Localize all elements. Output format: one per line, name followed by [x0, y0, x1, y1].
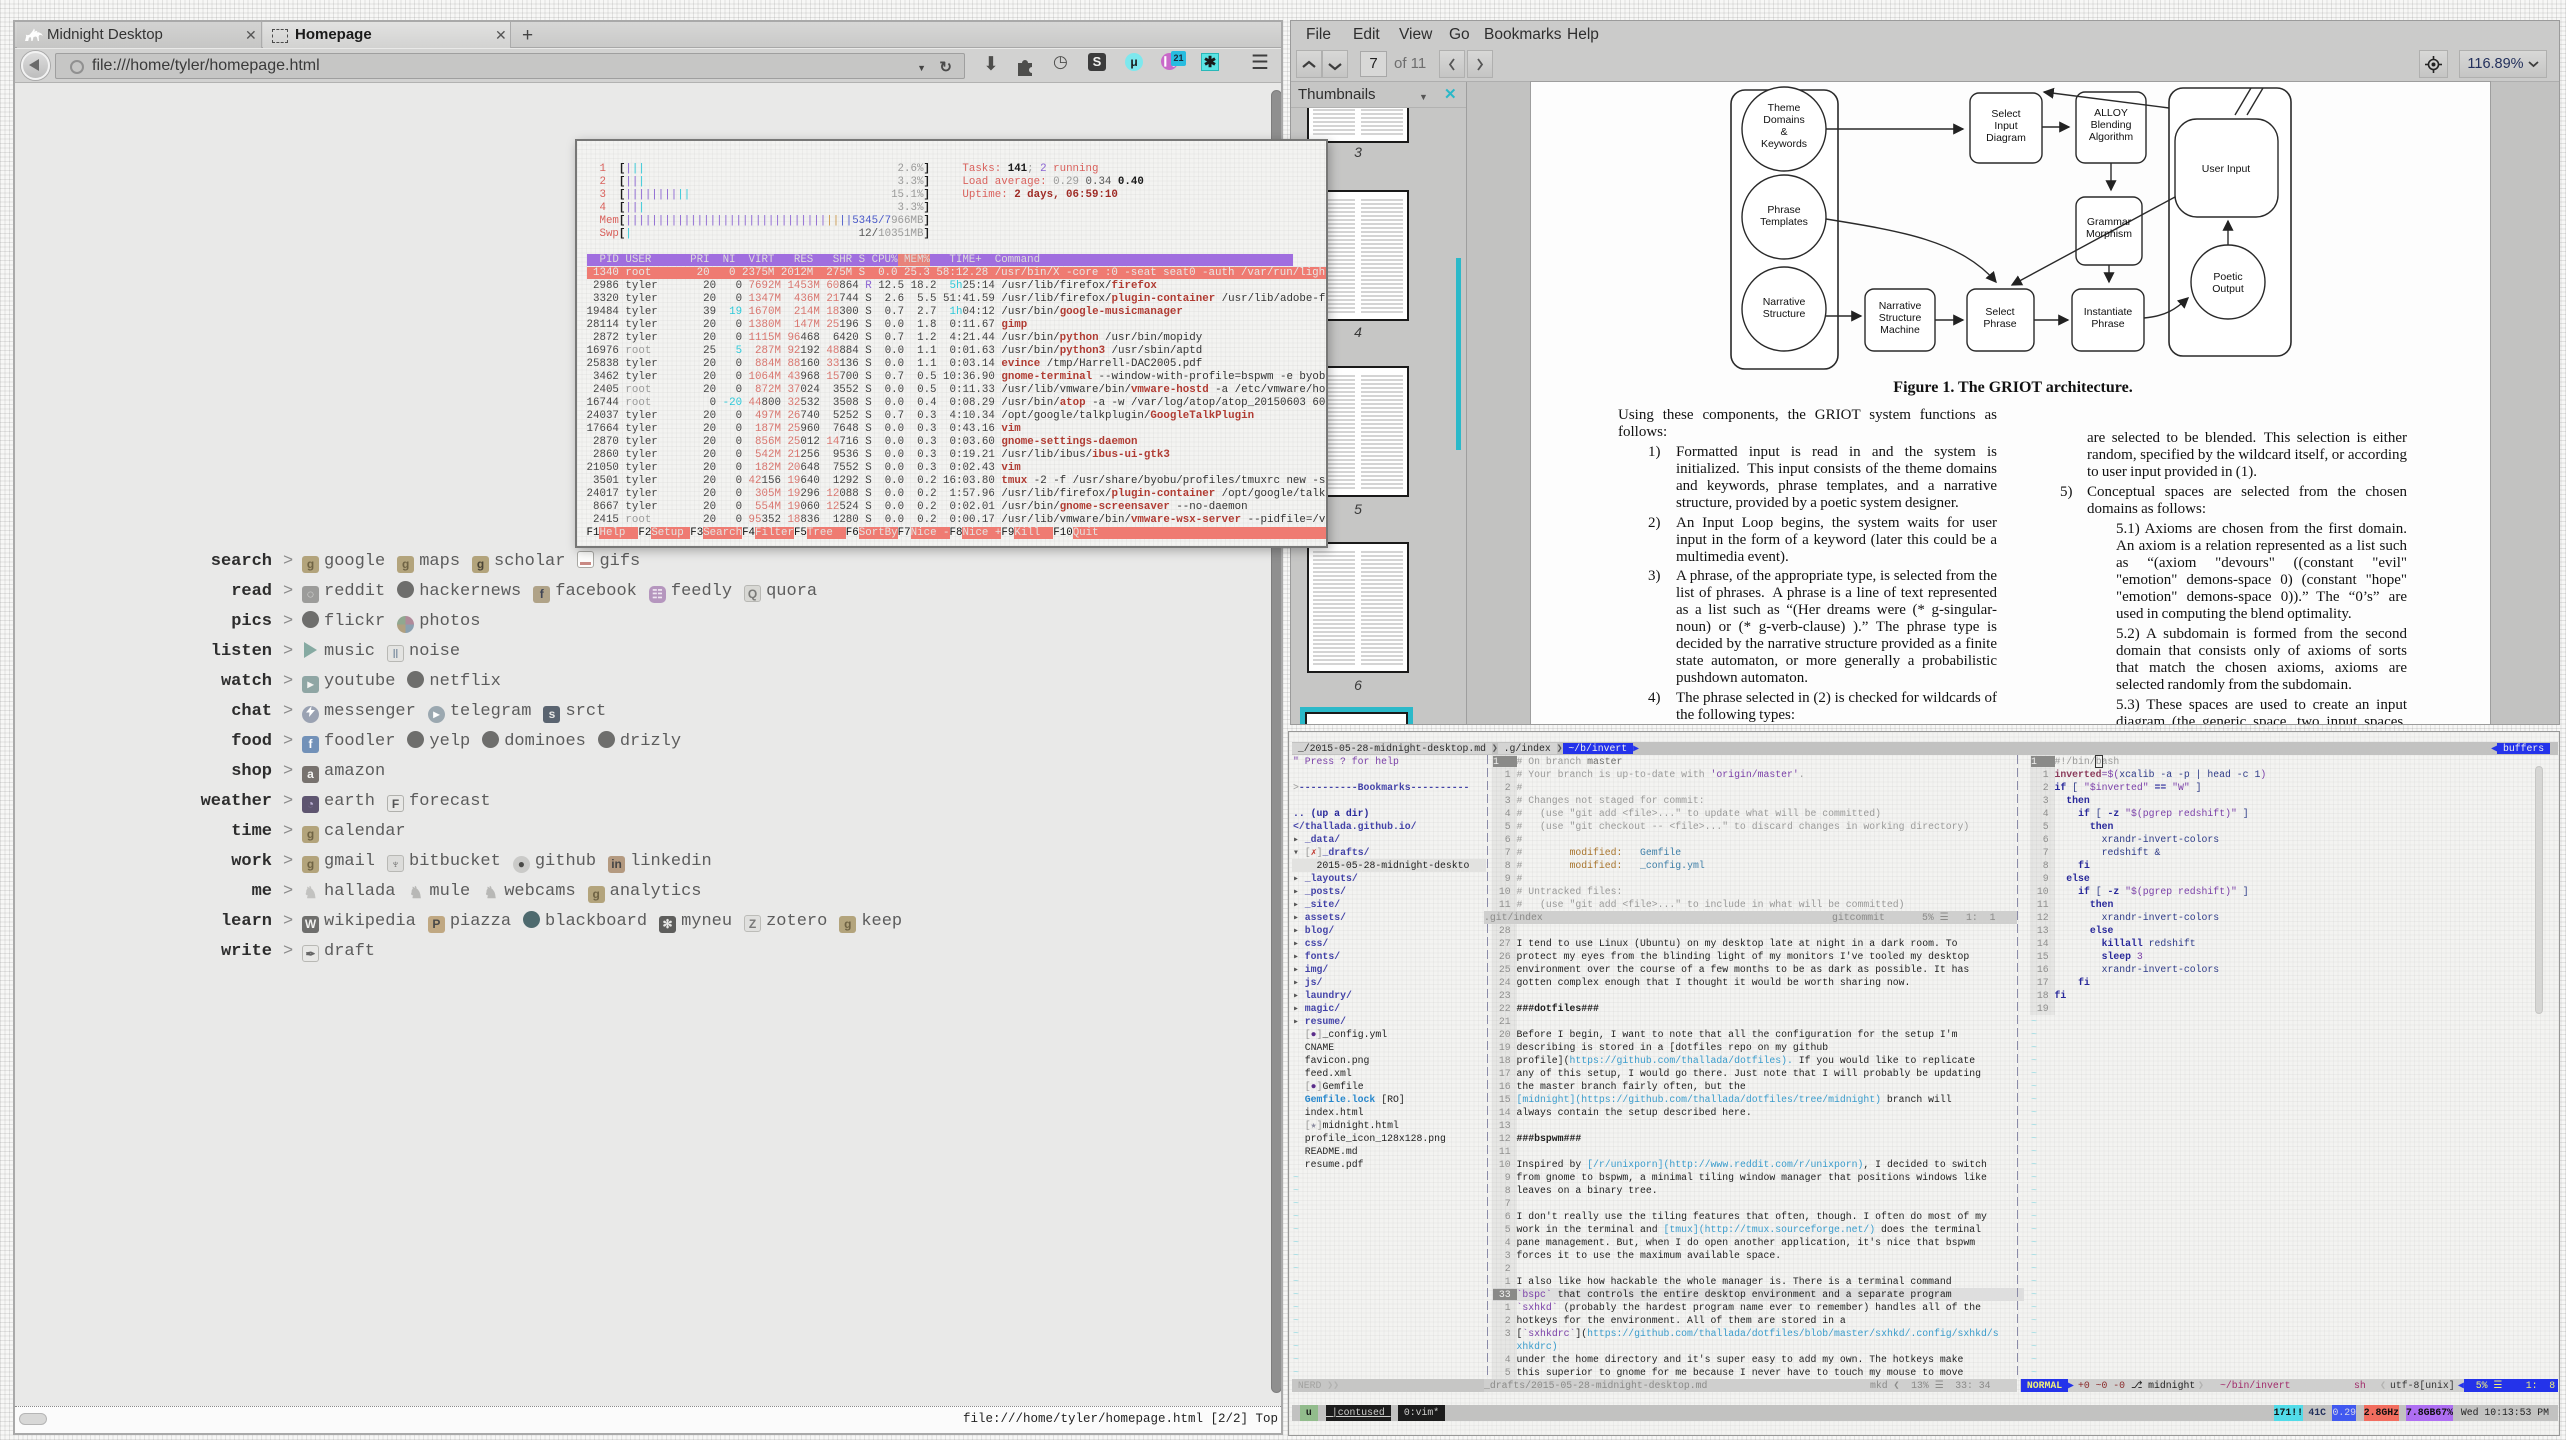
- svg-text:Poetic: Poetic: [2213, 271, 2242, 283]
- svg-text:Blending: Blending: [2091, 119, 2132, 131]
- svg-text:Instantiate: Instantiate: [2084, 306, 2133, 318]
- svg-text:Keywords: Keywords: [1761, 138, 1807, 150]
- svg-text:Domains: Domains: [1763, 114, 1804, 126]
- svg-text:Phrase: Phrase: [1767, 204, 1800, 216]
- svg-text:User Input: User Input: [2202, 163, 2251, 175]
- svg-text:Algorithm: Algorithm: [2089, 131, 2134, 143]
- svg-text:Morphism: Morphism: [2086, 228, 2132, 240]
- svg-text:Machine: Machine: [1880, 324, 1920, 336]
- svg-text:Templates: Templates: [1760, 216, 1808, 228]
- svg-text:&: &: [1780, 126, 1787, 138]
- svg-text:Narrative: Narrative: [1879, 300, 1922, 312]
- svg-text:Theme: Theme: [1768, 102, 1801, 114]
- svg-text:Diagram: Diagram: [1986, 132, 2026, 144]
- svg-text:Structure: Structure: [1763, 308, 1806, 320]
- svg-text:Select: Select: [1985, 306, 2014, 318]
- svg-text:ALLOY: ALLOY: [2094, 107, 2128, 119]
- svg-text:Output: Output: [2212, 283, 2244, 295]
- svg-text:Phrase: Phrase: [1983, 318, 2016, 330]
- svg-text:Phrase: Phrase: [2091, 318, 2124, 330]
- svg-text:Input: Input: [1994, 120, 2017, 132]
- svg-text:Structure: Structure: [1879, 312, 1922, 324]
- svg-text:Select: Select: [1991, 108, 2020, 120]
- svg-text:Grammar: Grammar: [2087, 216, 2132, 228]
- svg-text:Narrative: Narrative: [1763, 296, 1806, 308]
